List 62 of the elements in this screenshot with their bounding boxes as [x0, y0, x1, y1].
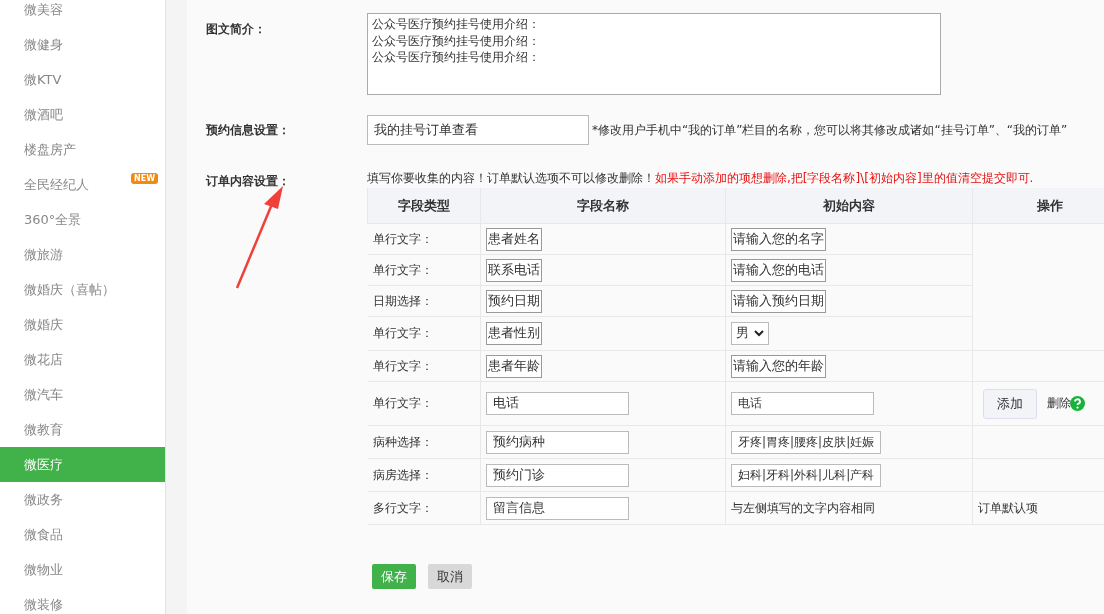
table-cell: 多行文字： [367, 491, 481, 525]
sidebar-item[interactable]: 微政务 [0, 482, 165, 517]
chevron-icon [754, 330, 764, 337]
sidebar-item[interactable]: 微物业 [0, 552, 165, 587]
sidebar-item[interactable]: 微美容 [0, 0, 165, 27]
text-field[interactable]: 请输入您的年龄 [731, 354, 826, 378]
text-field[interactable]: 患者年龄 [486, 354, 542, 378]
gender-select[interactable]: 男 [731, 322, 769, 345]
sidebar-item[interactable]: 360°全景 [0, 202, 165, 237]
sidebar-item[interactable]: 微酒吧 [0, 97, 165, 132]
field-label: 订单内容设置： [204, 173, 291, 190]
text-field[interactable]: 电话 [731, 392, 874, 415]
text-field[interactable]: 妇科|牙科|外科|儿科|产科 [731, 463, 882, 487]
table-cell: 单行文字： [367, 381, 481, 426]
table-cell: 单行文字： [367, 223, 481, 255]
text-field[interactable]: 预约病种 [486, 430, 629, 454]
sidebar-item[interactable]: 微健身 [0, 27, 165, 62]
table-cell: 订单默认项 [978, 500, 1038, 515]
text-field[interactable]: 电话 [486, 392, 629, 415]
cancel-button[interactable]: 取消 [428, 564, 472, 589]
sidebar-item[interactable]: 微婚庆（喜帖） [0, 272, 165, 307]
intro-textarea[interactable]: 公众号医疗预约挂号使用介绍： 公众号医疗预约挂号使用介绍： 公众号医疗预约挂号使用介绍： [367, 13, 941, 95]
table-cell: 单行文字： [367, 254, 481, 286]
sidebar-item[interactable]: 微教育 [0, 412, 165, 447]
note-text: 填写你要收集的内容！订单默认选项不可以修改删除！如果手动添加的项想删除,把[字段名称]\[初始内容]里的值清空提交即可. [367, 170, 1035, 187]
delete-link[interactable]: 删除 [1047, 395, 1071, 412]
field-label: 预约信息设置： [205, 122, 291, 139]
sidebar-item[interactable]: 微食品 [0, 517, 165, 552]
table-cell: 病房选择： [367, 458, 481, 492]
sidebar-item[interactable]: 全民经纪人 NEW [0, 167, 165, 202]
sidebar-item[interactable]: 微装修 [0, 587, 165, 614]
text-field[interactable]: 预约日期 [486, 289, 542, 313]
table-cell: 单行文字： [367, 350, 481, 382]
sidebar-item[interactable]: 微汽车 [0, 377, 165, 412]
text-field[interactable]: 留言信息 [486, 496, 629, 520]
column-header: 字段类型 [367, 188, 481, 224]
column-header: 初始内容 [725, 188, 973, 224]
column-header: 操作 [972, 188, 1104, 224]
table-cell: 与左侧填写的文字内容相同 [731, 500, 875, 515]
table-cell: 日期选择： [367, 285, 481, 317]
text-field[interactable]: 患者姓名 [486, 227, 542, 251]
new-badge: NEW [131, 173, 158, 184]
table-cell: 病种选择： [367, 425, 481, 459]
text-field[interactable]: 请输入预约日期 [731, 289, 826, 313]
add-button[interactable]: 添加 [983, 388, 1037, 419]
hint-text: *修改用户手机中“我的订单”栏目的名称，您可以将其修改成诸如“挂号订单”、“我的订单” [592, 121, 1068, 139]
sidebar-item[interactable]: 楼盘房产 [0, 132, 165, 167]
text-field[interactable]: 请输入您的名字 [731, 227, 826, 251]
sidebar-item[interactable]: 微婚庆 [0, 307, 165, 342]
sidebar-item[interactable]: 微KTV [0, 62, 165, 97]
column-header: 字段名称 [480, 188, 726, 224]
field-label: 图文简介： [205, 21, 267, 38]
help-icon[interactable] [1070, 396, 1085, 411]
text-field[interactable]: 患者性别 [486, 322, 542, 345]
text-field[interactable]: 牙疼|胃疼|腰疼|皮肤|妊娠 [731, 430, 882, 454]
text-field[interactable]: 预约门诊 [486, 463, 629, 487]
table-cell: 单行文字： [367, 316, 481, 351]
sidebar-item[interactable]: 微旅游 [0, 237, 165, 272]
sidebar-item[interactable]: 微花店 [0, 342, 165, 377]
text-field[interactable]: 联系电话 [486, 258, 542, 282]
order-name-field[interactable]: 我的挂号订单查看 [367, 115, 589, 145]
text-field[interactable]: 请输入您的电话 [731, 258, 826, 282]
